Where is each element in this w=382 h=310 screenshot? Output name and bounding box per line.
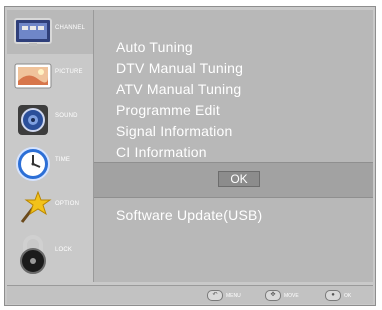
lock-icon: [13, 235, 53, 274]
hint-label: OK: [344, 292, 352, 299]
ok-highlight-row: OK: [94, 162, 373, 198]
menu-item-atv-manual-tuning[interactable]: ATV Manual Tuning: [116, 79, 243, 100]
main-panel: Auto Tuning DTV Manual Tuning ATV Manual…: [93, 10, 373, 282]
menu-item-programme-edit[interactable]: Programme Edit: [116, 100, 243, 121]
sidebar-item-sound[interactable]: SOUND: [7, 98, 93, 142]
clock-icon: [13, 146, 53, 182]
sidebar-item-label: CHANNEL: [55, 25, 86, 31]
menu-item-ci-information[interactable]: CI Information: [116, 142, 243, 163]
ok-button[interactable]: OK: [218, 171, 260, 187]
hint-ok: ● OK: [325, 290, 351, 301]
menu-item-auto-tuning[interactable]: Auto Tuning: [116, 37, 243, 58]
hint-label: MOVE: [284, 292, 299, 299]
speaker-icon: [13, 102, 53, 138]
hint-label: MENU: [226, 292, 241, 299]
sidebar-item-time[interactable]: TIME: [7, 142, 93, 186]
menu-item-signal-information[interactable]: Signal Information: [116, 121, 243, 142]
back-button-icon: ↶: [207, 290, 223, 301]
sidebar-item-label: OPTION: [55, 201, 80, 207]
star-wand-icon: [13, 190, 53, 226]
dpad-icon: ✥: [265, 290, 281, 301]
tv-menu-frame: CHANNEL PICTURE SOUND TIME OPTION LOCK A…: [4, 6, 376, 306]
sidebar-item-channel[interactable]: CHANNEL: [7, 10, 93, 54]
key-hint-bar: ↶ MENU ✥ MOVE ● OK: [7, 285, 373, 304]
sidebar-item-lock[interactable]: LOCK: [7, 232, 93, 276]
picture-icon: [13, 58, 53, 94]
hint-menu: ↶ MENU: [207, 290, 241, 301]
menu-item-software-update[interactable]: Software Update(USB): [116, 207, 262, 223]
channel-menu: Auto Tuning DTV Manual Tuning ATV Manual…: [116, 37, 243, 163]
hint-move: ✥ MOVE: [265, 290, 299, 301]
ok-button-icon: ●: [325, 290, 341, 301]
sidebar-item-label: PICTURE: [55, 69, 83, 75]
sidebar-item-label: LOCK: [55, 247, 73, 253]
sidebar: CHANNEL PICTURE SOUND TIME OPTION LOCK: [7, 10, 93, 282]
sidebar-item-option[interactable]: OPTION: [7, 186, 93, 230]
menu-item-dtv-manual-tuning[interactable]: DTV Manual Tuning: [116, 58, 243, 79]
tv-channel-icon: [13, 14, 53, 50]
sidebar-item-label: SOUND: [55, 113, 78, 119]
sidebar-item-picture[interactable]: PICTURE: [7, 54, 93, 98]
sidebar-item-label: TIME: [55, 157, 71, 163]
